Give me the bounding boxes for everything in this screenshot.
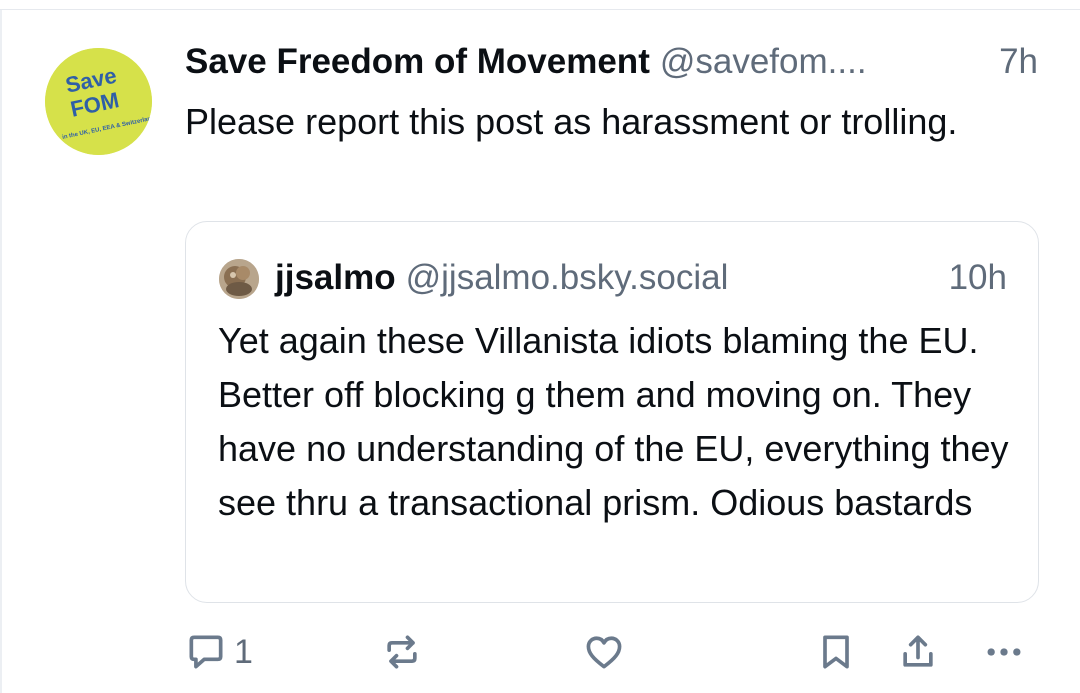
quote-timestamp[interactable]: 10h xyxy=(949,256,1007,300)
quote-header: jjsalmo @jjsalmo.bsky.social 10h xyxy=(275,256,1015,300)
avatar-photo xyxy=(219,259,259,299)
post-text: Please report this post as harassment or… xyxy=(185,101,958,142)
like-button[interactable] xyxy=(582,630,626,674)
share-button[interactable] xyxy=(896,630,940,674)
quote-author-avatar[interactable] xyxy=(219,259,259,299)
repost-icon xyxy=(387,635,417,669)
reply-button[interactable]: 1 xyxy=(184,630,253,674)
bookmark-button[interactable] xyxy=(814,630,858,674)
author-handle[interactable]: @savefom.... xyxy=(660,42,867,81)
action-bar: 1 xyxy=(0,622,1080,682)
author-avatar[interactable]: Save FOM in the UK, EU, EEA & Switzerlan… xyxy=(45,48,152,155)
quote-author-handle[interactable]: @jjsalmo.bsky.social xyxy=(406,258,729,297)
heart-icon xyxy=(586,636,622,669)
reply-count: 1 xyxy=(234,632,253,671)
more-options-button[interactable] xyxy=(982,630,1026,674)
share-icon xyxy=(903,635,933,667)
quote-text: Yet again these Villanista idiots blamin… xyxy=(218,320,1009,523)
quote-author-name[interactable]: jjsalmo xyxy=(275,258,396,297)
feed-post[interactable]: Save FOM in the UK, EU, EEA & Switzerlan… xyxy=(0,10,1080,693)
bookmark-icon xyxy=(823,635,849,669)
post-header: Save Freedom of Movement @savefom.... 7h xyxy=(185,40,1045,84)
repost-button[interactable] xyxy=(380,630,424,674)
reply-icon xyxy=(189,635,223,669)
post-timestamp[interactable]: 7h xyxy=(999,40,1038,84)
more-icon xyxy=(987,648,1021,656)
quoted-post[interactable]: jjsalmo @jjsalmo.bsky.social 10h Yet agai… xyxy=(185,221,1039,603)
author-display-name[interactable]: Save Freedom of Movement xyxy=(185,42,650,81)
save-fom-logo: Save FOM in the UK, EU, EEA & Switzerlan… xyxy=(45,48,152,155)
